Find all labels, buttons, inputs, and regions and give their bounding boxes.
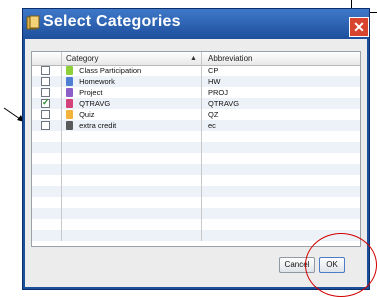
- row-select-cell: [32, 186, 62, 197]
- categories-table: Category ▲ Abbreviation Class Participat…: [31, 51, 361, 247]
- category-cell: Homework: [62, 76, 202, 87]
- empty-row: [32, 164, 360, 175]
- category-icon: [66, 110, 73, 119]
- abbreviation-cell: PROJ: [208, 88, 229, 97]
- row-select-cell: [32, 120, 62, 131]
- row-checkbox[interactable]: [41, 66, 50, 75]
- category-cell: [62, 197, 202, 208]
- category-cell: QTRAVG: [62, 98, 202, 109]
- category-cell: [62, 208, 202, 219]
- row-select-cell: [32, 208, 62, 219]
- table-row[interactable]: ✓ QTRAVG QTRAVG: [32, 97, 360, 109]
- category-label: Class Participation: [79, 66, 142, 75]
- row-select-cell: ✓: [32, 97, 62, 109]
- category-icon: [66, 77, 73, 86]
- abbreviation-cell: QTRAVG: [208, 99, 240, 108]
- category-cell: [62, 219, 202, 230]
- category-cell: [62, 142, 202, 153]
- abbreviation-cell: QZ: [208, 110, 219, 119]
- empty-row: [32, 219, 360, 230]
- table-row[interactable]: Class Participation CP: [32, 65, 360, 76]
- category-cell: [62, 131, 202, 142]
- close-icon: ✕: [353, 19, 365, 35]
- dialog-titlebar[interactable]: Select Categories ✕: [23, 9, 369, 39]
- row-select-cell: [32, 131, 62, 142]
- header-category-label: Category: [66, 54, 99, 63]
- category-label: QTRAVG: [79, 99, 111, 108]
- row-select-cell: [32, 219, 62, 230]
- header-category[interactable]: Category ▲: [62, 52, 202, 65]
- row-select-cell: [32, 153, 62, 164]
- row-select-cell: [32, 230, 62, 241]
- row-checkbox[interactable]: [41, 77, 50, 86]
- row-checkbox[interactable]: [41, 88, 50, 97]
- category-cell: [62, 153, 202, 164]
- checkmark-icon: ✓: [42, 97, 50, 107]
- table-row[interactable]: Project PROJ: [32, 87, 360, 98]
- dialog-title: Select Categories: [43, 13, 181, 30]
- empty-row: [32, 175, 360, 186]
- row-checkbox-checked[interactable]: ✓: [41, 97, 50, 108]
- category-label: Homework: [79, 77, 115, 86]
- abbreviation-cell: CP: [208, 66, 219, 75]
- table-header: Category ▲ Abbreviation: [32, 52, 360, 66]
- row-select-cell: [32, 142, 62, 153]
- row-select-cell: [32, 164, 62, 175]
- row-select-cell: [32, 109, 62, 120]
- table-row[interactable]: Quiz QZ: [32, 109, 360, 120]
- category-label: Quiz: [79, 110, 95, 119]
- category-cell: [62, 230, 202, 241]
- empty-row: [32, 131, 360, 142]
- category-cell: extra credit: [62, 120, 202, 131]
- row-select-cell: [32, 175, 62, 186]
- empty-row: [32, 197, 360, 208]
- table-row[interactable]: extra credit ec: [32, 120, 360, 131]
- category-icon: [66, 66, 73, 75]
- category-cell: Class Participation: [62, 65, 202, 76]
- category-icon: [66, 121, 73, 130]
- header-select-column[interactable]: [32, 52, 62, 65]
- annotation-highlight-circle: [305, 233, 377, 297]
- table-body: Class Participation CP Homework HW Proje…: [32, 65, 360, 241]
- category-label: Project: [79, 88, 103, 97]
- empty-row: [32, 208, 360, 219]
- row-select-cell: [32, 197, 62, 208]
- abbreviation-cell: HW: [208, 77, 221, 86]
- category-cell: Quiz: [62, 109, 202, 120]
- category-cell: [62, 186, 202, 197]
- empty-row: [32, 153, 360, 164]
- row-checkbox[interactable]: [41, 121, 50, 130]
- category-cell: [62, 175, 202, 186]
- category-cell: Project: [62, 87, 202, 98]
- empty-row: [32, 186, 360, 197]
- table-row[interactable]: Homework HW: [32, 76, 360, 87]
- header-abbreviation[interactable]: Abbreviation: [202, 52, 362, 65]
- row-select-cell: [32, 76, 62, 87]
- close-button[interactable]: ✕: [349, 17, 369, 37]
- row-select-cell: [32, 65, 62, 76]
- sort-ascending-icon[interactable]: ▲: [190, 52, 197, 65]
- row-checkbox[interactable]: [41, 110, 50, 119]
- category-label: extra credit: [79, 121, 117, 130]
- category-icon: [66, 88, 73, 97]
- category-icon: [66, 99, 73, 108]
- empty-row: [32, 230, 360, 241]
- abbreviation-cell: ec: [208, 121, 216, 130]
- empty-row: [32, 142, 360, 153]
- category-cell: [62, 164, 202, 175]
- categories-icon: [26, 15, 40, 30]
